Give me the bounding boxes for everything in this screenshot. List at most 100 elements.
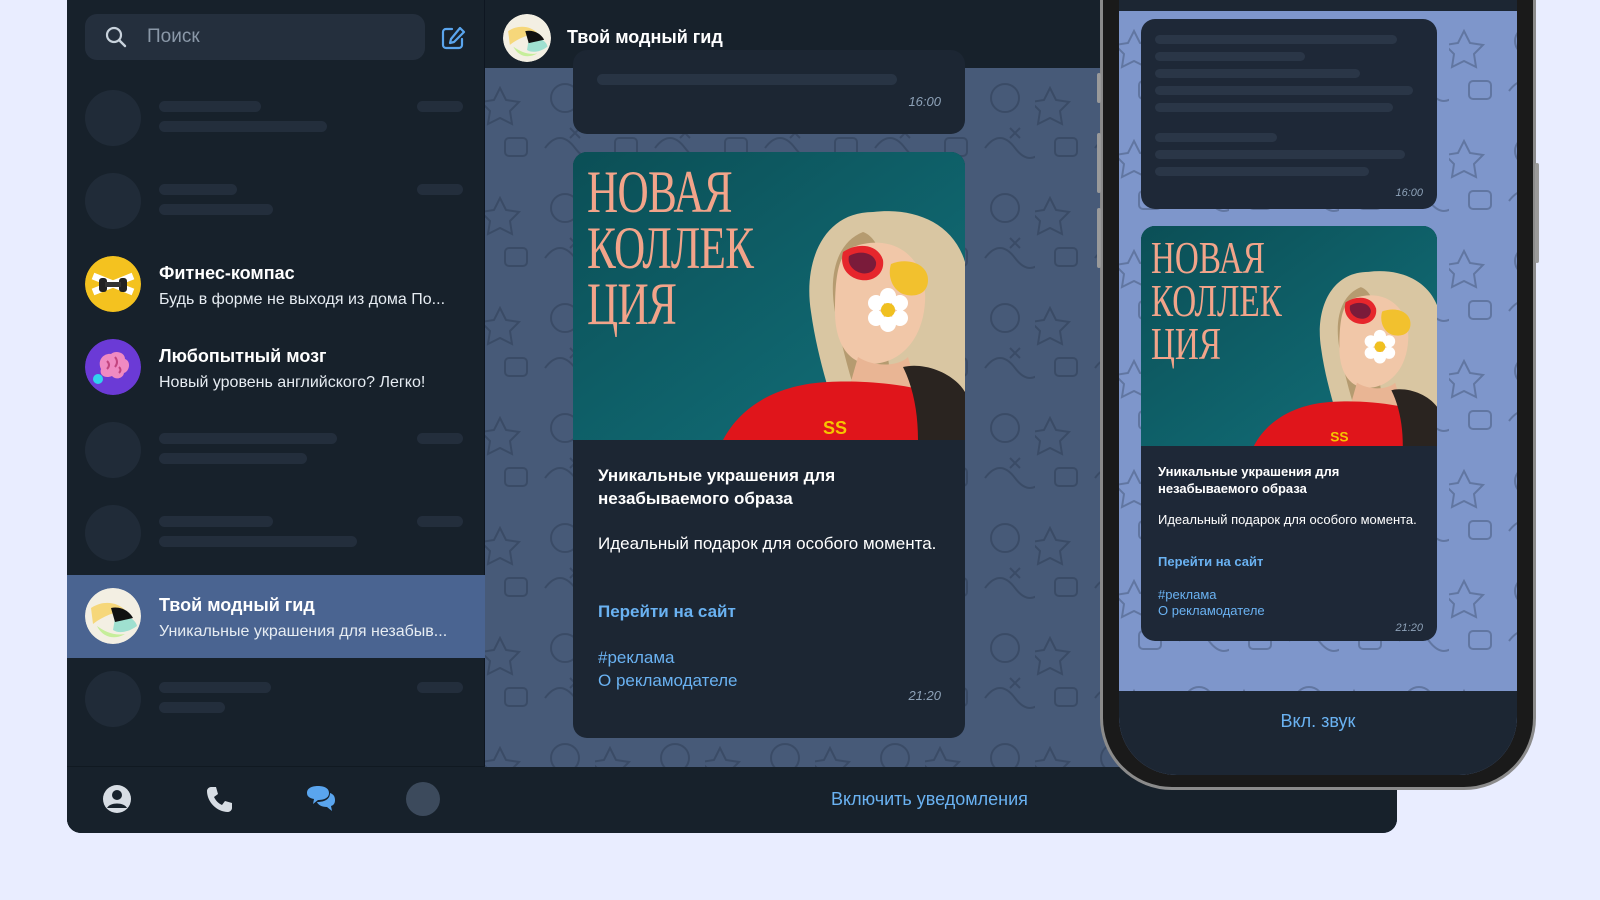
- chat-item-placeholder[interactable]: [67, 658, 485, 741]
- chat-item-placeholder[interactable]: [67, 77, 485, 160]
- avatar: [85, 588, 141, 644]
- placeholder-line: [1155, 133, 1277, 142]
- avatar-placeholder: [85, 505, 141, 561]
- chat-item-fashion[interactable]: Твой модный гид Уникальные украшения для…: [67, 575, 485, 658]
- placeholder-line: [417, 516, 463, 527]
- placeholder-line: [1155, 103, 1393, 112]
- placeholder-line: [159, 121, 327, 132]
- placeholder-line: [159, 702, 225, 713]
- placeholder-line: [159, 184, 237, 195]
- chat-preview: Новый уровень английского? Легко!: [159, 374, 426, 391]
- phone-message-bubble-previous: 16:00: [1141, 19, 1437, 209]
- phone-top-bar: [1119, 0, 1517, 11]
- promo-image[interactable]: НОВАЯ КОЛЛЕК ЦИЯ: [1141, 226, 1437, 446]
- search-box[interactable]: [85, 14, 425, 60]
- message-time: 21:20: [1395, 622, 1423, 634]
- chat-item-placeholder[interactable]: [67, 492, 485, 575]
- ad-text: Идеальный подарок для особого момента.: [1158, 512, 1417, 527]
- phone-device: 16:00 НОВАЯ КОЛЛЕК ЦИЯ Уникальные украше…: [1097, 0, 1539, 790]
- chat-item-placeholder[interactable]: [67, 409, 485, 492]
- ad-hashtag-link[interactable]: #реклама: [598, 648, 675, 668]
- chat-item-brain[interactable]: Любопытный мозг Новый уровень английског…: [67, 326, 485, 409]
- chat-item-fitness[interactable]: Фитнес-компас Будь в форме не выходя из …: [67, 243, 485, 326]
- placeholder-line: [1155, 150, 1405, 159]
- placeholder-line: [417, 184, 463, 195]
- phone-screen: 16:00 НОВАЯ КОЛЛЕК ЦИЯ Уникальные украше…: [1119, 0, 1517, 775]
- promo-headline-line: НОВАЯ: [1151, 232, 1265, 283]
- placeholder-line: [1155, 167, 1369, 176]
- placeholder-line: [417, 101, 463, 112]
- placeholder-line: [159, 536, 357, 547]
- message-bubble-previous: 16:00: [573, 50, 965, 134]
- phone-side-button: [1097, 133, 1101, 193]
- placeholder-line: [417, 682, 463, 693]
- message-time: 21:20: [908, 688, 941, 703]
- promo-headline-line: ЦИЯ: [587, 271, 677, 337]
- settings-avatar-icon[interactable]: [405, 781, 441, 817]
- chat-item-placeholder[interactable]: [67, 160, 485, 243]
- fitness-avatar-icon: [85, 256, 141, 312]
- avatar: [85, 256, 141, 312]
- search-icon: [105, 26, 127, 48]
- promo-image[interactable]: НОВАЯ КОЛЛЕК ЦИЯ: [573, 152, 965, 440]
- go-to-site-link[interactable]: Перейти на сайт: [598, 602, 736, 622]
- profile-icon[interactable]: [99, 781, 135, 817]
- chat-preview: Уникальные украшения для незабыв...: [159, 623, 448, 640]
- placeholder-line: [159, 516, 273, 527]
- enable-sound-button[interactable]: Вкл. звук: [1119, 711, 1517, 732]
- avatar[interactable]: [503, 14, 551, 62]
- chat-header-title: Твой модный гид: [567, 27, 723, 47]
- phone-side-button: [1097, 73, 1101, 103]
- ad-message-card: НОВАЯ КОЛЛЕК ЦИЯ Уникальные украшения дл…: [573, 152, 965, 738]
- avatar-placeholder: [85, 671, 141, 727]
- chats-icon[interactable]: [303, 781, 339, 817]
- placeholder-line: [159, 682, 271, 693]
- promo-headline-line: ЦИЯ: [1151, 318, 1221, 369]
- advertiser-info-link[interactable]: О рекламодателе: [598, 671, 738, 691]
- chat-title: Фитнес-компас: [159, 263, 295, 283]
- search-input[interactable]: [147, 14, 407, 60]
- placeholder-line: [597, 74, 897, 85]
- placeholder-line: [1155, 69, 1360, 78]
- advertiser-info-link[interactable]: О рекламодателе: [1158, 603, 1265, 618]
- avatar: [85, 339, 141, 395]
- ad-hashtag-link[interactable]: #реклама: [1158, 587, 1217, 602]
- phone-icon[interactable]: [201, 781, 237, 817]
- phone-ad-message-card: НОВАЯ КОЛЛЕК ЦИЯ Уникальные украшения дл…: [1141, 226, 1437, 641]
- sidebar: Фитнес-компас Будь в форме не выходя из …: [67, 0, 485, 833]
- promo-headline: НОВАЯ КОЛЛЕК ЦИЯ: [587, 159, 754, 337]
- search-row: [85, 14, 467, 60]
- promo-headline-line: КОЛЛЕК: [1151, 275, 1282, 326]
- fashion-avatar-icon: [85, 588, 141, 644]
- message-time: 16:00: [1395, 187, 1423, 199]
- placeholder-line: [417, 433, 463, 444]
- promo-headline: НОВАЯ КОЛЛЕК ЦИЯ: [1151, 232, 1282, 369]
- chat-title: Твой модный гид: [159, 595, 315, 615]
- placeholder-line: [159, 204, 273, 215]
- phone-side-button: [1097, 208, 1101, 268]
- compose-icon[interactable]: [439, 24, 467, 52]
- enable-notifications-button[interactable]: Включить уведомления: [831, 789, 1028, 810]
- avatar-placeholder: [85, 173, 141, 229]
- phone-chat-footer: Вкл. звук: [1119, 691, 1517, 775]
- promo-headline-line: НОВАЯ: [587, 159, 733, 225]
- placeholder-line: [159, 453, 307, 464]
- go-to-site-link[interactable]: Перейти на сайт: [1158, 554, 1263, 569]
- message-time: 16:00: [908, 94, 941, 109]
- placeholder-line: [1155, 86, 1413, 95]
- chat-title: Любопытный мозг: [159, 346, 327, 366]
- avatar-placeholder: [85, 422, 141, 478]
- chat-list: Фитнес-компас Будь в форме не выходя из …: [67, 77, 485, 765]
- bottom-nav: [67, 766, 485, 833]
- placeholder-line: [159, 101, 261, 112]
- phone-side-button: [1535, 163, 1539, 263]
- ad-title: Уникальные украшения для незабываемого о…: [598, 466, 836, 508]
- promo-headline-line: КОЛЛЕК: [587, 215, 754, 281]
- ad-title: Уникальные украшения для незабываемого о…: [1158, 464, 1340, 496]
- ad-text: Идеальный подарок для особого момента.: [598, 534, 937, 553]
- avatar-placeholder: [85, 90, 141, 146]
- fashion-avatar-icon: [503, 14, 551, 62]
- brain-avatar-icon: [85, 339, 141, 395]
- placeholder-line: [1155, 35, 1397, 44]
- chat-preview: Будь в форме не выходя из дома По...: [159, 291, 446, 308]
